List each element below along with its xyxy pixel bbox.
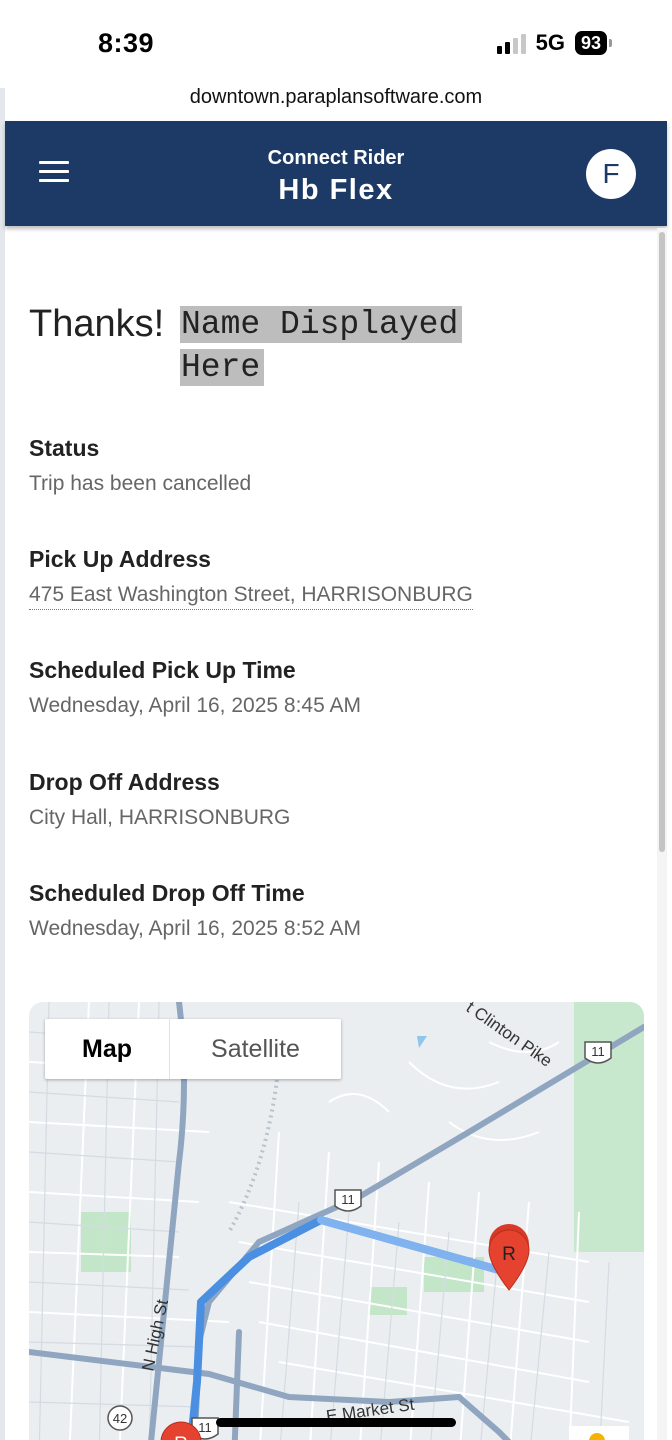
satellite-tab[interactable]: Satellite (170, 1019, 341, 1079)
rider-name-placeholder: Name Displayed Here (180, 303, 516, 389)
route-shield-icon: 11 (334, 1189, 362, 1212)
route-shield-icon: 42 (107, 1405, 133, 1431)
water-icon (417, 1036, 427, 1048)
trip-map[interactable]: 11 11 11 42 t Clinton Pike N High St E M… (29, 1002, 644, 1440)
park-area (81, 1212, 131, 1272)
battery-icon: 93 (574, 31, 612, 55)
rider-name-line-1: Name Displayed (180, 306, 463, 343)
browser-url[interactable]: downtown.paraplansoftware.com (0, 86, 672, 109)
street-label-high-st: N High St (138, 1297, 172, 1372)
pickup-time-value: Wednesday, April 16, 2025 8:45 AM (29, 694, 361, 717)
map-type-toggle: Map Satellite (45, 1019, 341, 1079)
park-area (574, 1002, 644, 1252)
battery-level: 93 (574, 31, 607, 55)
page-edge (0, 88, 5, 1440)
pickup-time-label: Scheduled Pick Up Time (29, 657, 296, 683)
signal-icon (496, 32, 526, 54)
status-section: Status Trip has been cancelled (29, 435, 251, 496)
status-label: Status (29, 435, 100, 461)
route-11-shield-label: 11 (591, 1044, 605, 1059)
pickup-address-link[interactable]: 475 East Washington Street, HARRISONBURG (29, 583, 473, 610)
route-11-shield-label: 11 (341, 1192, 355, 1207)
pickup-address-section: Pick Up Address 475 East Washington Stre… (29, 546, 473, 610)
home-indicator[interactable] (216, 1418, 456, 1427)
network-type: 5G (535, 30, 565, 55)
dropoff-address-value: City Hall, HARRISONBURG (29, 806, 291, 829)
dropoff-time-label: Scheduled Drop Off Time (29, 880, 305, 906)
park-area (369, 1287, 407, 1315)
dropoff-time-value: Wednesday, April 16, 2025 8:52 AM (29, 917, 361, 940)
pickup-marker-label: R (502, 1244, 516, 1265)
status-time: 8:39 (98, 28, 155, 58)
scrollbar-thumb[interactable] (659, 232, 665, 852)
pickup-time-section: Scheduled Pick Up Time Wednesday, April … (29, 657, 361, 718)
status-indicators: 5G 93 (496, 30, 612, 56)
dropoff-time-section: Scheduled Drop Off Time Wednesday, April… (29, 880, 361, 941)
street-label-clinton-pike: t Clinton Pike (463, 1002, 556, 1071)
pickup-address-label: Pick Up Address (29, 546, 211, 572)
header-title: Hb Flex (278, 174, 394, 206)
route-42-shield-label: 42 (113, 1411, 127, 1426)
app-header: Connect Rider Hb Flex F (5, 121, 667, 226)
trip-route-segment (317, 1216, 503, 1274)
header-subtitle: Connect Rider (267, 147, 405, 169)
map-tab[interactable]: Map (45, 1019, 170, 1079)
user-avatar[interactable]: F (586, 149, 636, 199)
dropoff-marker-label: R (174, 1434, 188, 1440)
route-shield-icon: 11 (584, 1041, 612, 1064)
status-value: Trip has been cancelled (29, 472, 252, 495)
status-bar: 8:39 5G 93 (0, 0, 672, 88)
dropoff-address-section: Drop Off Address City Hall, HARRISONBURG (29, 769, 290, 830)
thanks-heading: Thanks! (29, 303, 165, 345)
route-11-shield-label: 11 (198, 1420, 212, 1435)
rider-name-line-2: Here (180, 349, 265, 386)
dropoff-address-label: Drop Off Address (29, 769, 220, 795)
